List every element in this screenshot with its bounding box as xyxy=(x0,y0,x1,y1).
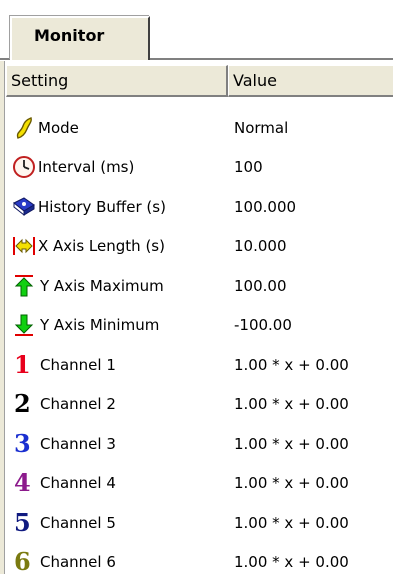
property-grid: Mode Normal Interval (ms) 100 xyxy=(6,108,393,582)
row-x-axis-length[interactable]: X Axis Length (s) 10.000 xyxy=(6,227,393,267)
down-arrow-icon xyxy=(12,313,36,337)
book-icon xyxy=(12,195,36,219)
setting-label: Mode xyxy=(38,119,79,137)
setting-cell: 4Channel 4 xyxy=(6,471,234,495)
row-interval[interactable]: Interval (ms) 100 xyxy=(6,148,393,188)
channel-number-icon: 1 xyxy=(14,353,36,377)
setting-label: X Axis Length (s) xyxy=(38,237,165,255)
setting-cell: Y Axis Maximum xyxy=(6,274,234,298)
setting-value[interactable]: -100.00 xyxy=(234,316,393,334)
channel-number-icon: 3 xyxy=(14,432,36,456)
setting-value[interactable]: 1.00 * x + 0.00 xyxy=(234,514,393,532)
setting-value[interactable]: 1.00 * x + 0.00 xyxy=(234,474,393,492)
setting-label: Channel 5 xyxy=(40,514,116,532)
row-history-buffer[interactable]: History Buffer (s) 100.000 xyxy=(6,187,393,227)
setting-cell: Interval (ms) xyxy=(6,155,234,179)
setting-cell: Mode xyxy=(6,116,234,140)
row-channel-4[interactable]: 4Channel 41.00 * x + 0.00 xyxy=(6,464,393,504)
row-channel-5[interactable]: 5Channel 51.00 * x + 0.00 xyxy=(6,503,393,543)
column-header-setting[interactable]: Setting xyxy=(6,65,228,97)
mode-icon xyxy=(12,116,36,140)
setting-cell: X Axis Length (s) xyxy=(6,234,234,258)
row-channel-2[interactable]: 2Channel 21.00 * x + 0.00 xyxy=(6,385,393,425)
setting-cell: Y Axis Minimum xyxy=(6,313,234,337)
property-grid-header: Setting Value xyxy=(6,65,393,97)
setting-cell: 1Channel 1 xyxy=(6,353,234,377)
setting-cell: History Buffer (s) xyxy=(6,195,234,219)
clock-icon xyxy=(12,155,36,179)
setting-cell: 6Channel 6 xyxy=(6,550,234,574)
x-axis-arrows-icon xyxy=(12,234,36,258)
setting-cell: 3Channel 3 xyxy=(6,432,234,456)
setting-label: Y Axis Minimum xyxy=(40,316,159,334)
setting-value[interactable]: 100.000 xyxy=(234,198,393,216)
setting-value[interactable]: Normal xyxy=(234,119,393,137)
setting-value[interactable]: 100.00 xyxy=(234,277,393,295)
channel-number-icon: 4 xyxy=(14,471,36,495)
setting-value[interactable]: 100 xyxy=(234,158,393,176)
channel-number-icon: 5 xyxy=(14,511,36,535)
setting-label: Channel 3 xyxy=(40,435,116,453)
row-y-axis-maximum[interactable]: Y Axis Maximum 100.00 xyxy=(6,266,393,306)
setting-value[interactable]: 10.000 xyxy=(234,237,393,255)
row-channel-6[interactable]: 6Channel 61.00 * x + 0.00 xyxy=(6,543,393,582)
setting-label: History Buffer (s) xyxy=(38,198,166,216)
row-channel-3[interactable]: 3Channel 31.00 * x + 0.00 xyxy=(6,424,393,464)
setting-value[interactable]: 1.00 * x + 0.00 xyxy=(234,435,393,453)
column-header-value[interactable]: Value xyxy=(228,65,393,97)
setting-value[interactable]: 1.00 * x + 0.00 xyxy=(234,395,393,413)
setting-label: Interval (ms) xyxy=(38,158,134,176)
row-y-axis-minimum[interactable]: Y Axis Minimum -100.00 xyxy=(6,306,393,346)
tab-monitor-label: Monitor xyxy=(34,26,104,45)
setting-value[interactable]: 1.00 * x + 0.00 xyxy=(234,356,393,374)
channel-number-icon: 2 xyxy=(14,392,36,416)
setting-cell: 5Channel 5 xyxy=(6,511,234,535)
setting-cell: 2Channel 2 xyxy=(6,392,234,416)
setting-value[interactable]: 1.00 * x + 0.00 xyxy=(234,553,393,571)
setting-label: Y Axis Maximum xyxy=(40,277,164,295)
grid-gutter xyxy=(0,61,5,574)
row-channel-1[interactable]: 1Channel 11.00 * x + 0.00 xyxy=(6,345,393,385)
setting-label: Channel 4 xyxy=(40,474,116,492)
tab-bar: Monitor xyxy=(0,0,393,61)
setting-label: Channel 2 xyxy=(40,395,116,413)
channel-number-icon: 6 xyxy=(14,550,36,574)
setting-label: Channel 1 xyxy=(40,356,116,374)
setting-label: Channel 6 xyxy=(40,553,116,571)
row-mode[interactable]: Mode Normal xyxy=(6,108,393,148)
up-arrow-icon xyxy=(12,274,36,298)
tab-monitor[interactable]: Monitor xyxy=(10,16,150,60)
